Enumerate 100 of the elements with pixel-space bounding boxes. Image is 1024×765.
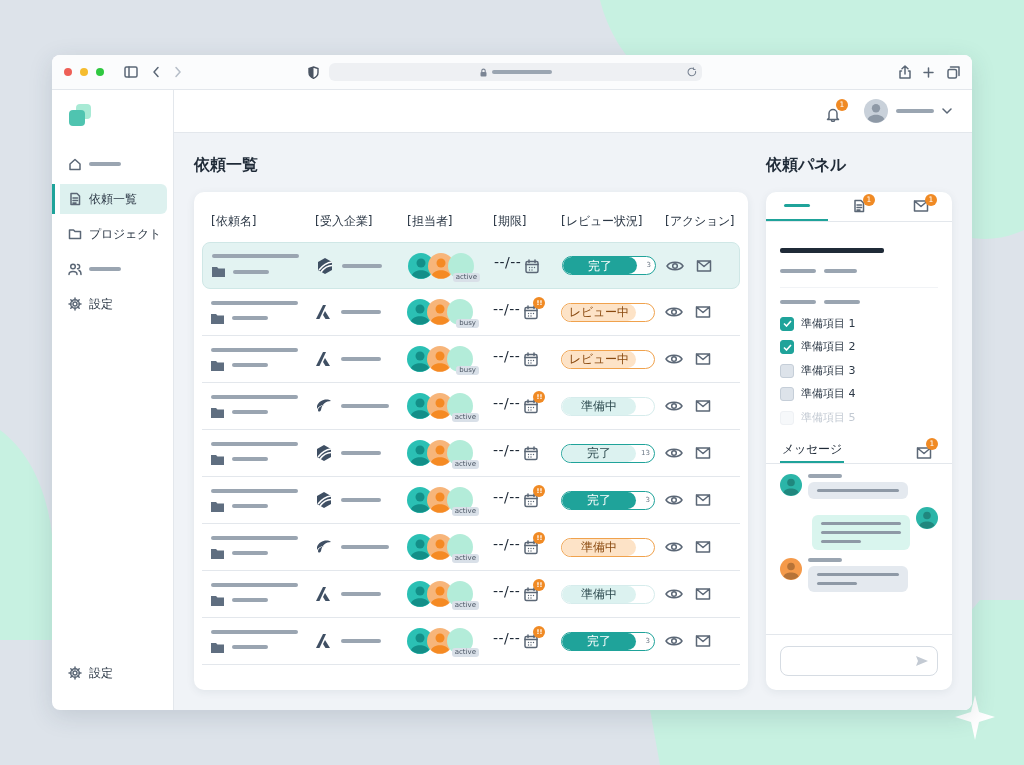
users-icon [68, 262, 82, 276]
text-placeholder [817, 581, 857, 585]
sidebar-toggle-icon[interactable] [124, 66, 138, 78]
sidebar-item[interactable]: プロジェクト [52, 219, 167, 249]
checkbox[interactable] [780, 340, 794, 355]
folder-icon [211, 453, 224, 465]
text-placeholder [232, 410, 268, 414]
column-header: [期限] [493, 213, 528, 230]
deadline-text: --/-- [493, 534, 521, 554]
calendar-icon [524, 634, 539, 649]
text-placeholder [232, 551, 268, 555]
text-placeholder [784, 204, 810, 207]
text-placeholder [491, 70, 552, 74]
checkbox[interactable] [780, 316, 794, 331]
status-label: レビュー中 [567, 304, 630, 321]
message-field[interactable] [780, 646, 938, 676]
calendar-icon [524, 446, 539, 461]
text-placeholder [232, 504, 268, 508]
text-placeholder [824, 269, 857, 273]
text-placeholder [808, 557, 842, 562]
text-placeholder [824, 300, 860, 304]
company-logo [315, 585, 333, 603]
text-placeholder [89, 162, 121, 166]
share-icon[interactable] [899, 65, 911, 79]
panel-title: 依頼パネル [766, 155, 847, 175]
company-logo [315, 632, 333, 650]
back-icon[interactable] [152, 66, 160, 78]
column-header: [受入企業] [315, 213, 374, 230]
folder-icon [212, 266, 225, 277]
checklist-label: 準備項目 1 [801, 315, 856, 332]
text-placeholder [896, 109, 934, 113]
text-placeholder [89, 267, 121, 271]
document-icon [68, 192, 82, 206]
mail-icon [916, 445, 932, 461]
mail-icon[interactable] [695, 492, 711, 508]
mail-icon [913, 197, 929, 214]
sidebar-item[interactable]: 設定 [52, 289, 167, 319]
mail-icon[interactable] [695, 398, 711, 414]
mail-icon[interactable] [695, 445, 711, 461]
avatar [864, 99, 888, 123]
home-icon [68, 157, 82, 171]
text-placeholder [232, 316, 268, 320]
mail-icon[interactable] [696, 257, 712, 274]
plus-icon[interactable] [923, 66, 934, 78]
tabs-icon[interactable] [947, 65, 960, 79]
deadline-text: --/-- [493, 299, 521, 319]
text-placeholder [808, 473, 842, 478]
window-controls[interactable] [64, 68, 104, 76]
mail-icon[interactable] [695, 539, 711, 555]
status-label: 準備中 [579, 586, 618, 603]
text-placeholder [341, 639, 381, 643]
status-label: レビュー中 [567, 351, 630, 368]
sidebar-item[interactable]: 依頼一覧 [52, 184, 167, 214]
avatar [916, 506, 938, 529]
messages-tab[interactable]: メッセージ [780, 437, 844, 463]
user-menu[interactable] [864, 99, 952, 123]
calendar-icon [524, 352, 539, 367]
folder-icon [211, 312, 224, 324]
company-logo [315, 491, 333, 509]
column-header: [担当者] [407, 213, 454, 230]
text-placeholder [233, 269, 269, 274]
deadline-text: --/-- [494, 253, 522, 272]
checklist-label: 準備項目 4 [801, 386, 856, 402]
checkbox[interactable] [780, 363, 794, 378]
status-label: 完了 [585, 492, 612, 509]
mail-icon[interactable] [695, 351, 711, 367]
bell-icon [826, 107, 840, 122]
column-header: [アクション] [665, 213, 736, 230]
calendar-icon [524, 540, 539, 555]
text-placeholder [341, 451, 381, 455]
deadline-text: --/-- [493, 346, 521, 366]
folder-icon [211, 406, 224, 418]
company-logo [315, 350, 333, 368]
check-icon [782, 320, 792, 328]
text-placeholder [342, 263, 382, 268]
deadline-text: --/-- [493, 487, 521, 507]
column-header: [依頼名] [211, 213, 258, 230]
text-placeholder [232, 598, 268, 602]
folder-icon [211, 359, 224, 371]
shield-icon[interactable] [308, 65, 319, 79]
settings-icon [68, 666, 82, 680]
column-header: [レビュー状況] [561, 213, 644, 230]
mail-icon[interactable] [695, 633, 711, 649]
status-label: 完了 [585, 633, 612, 650]
calendar-icon [525, 258, 540, 274]
reload-icon[interactable] [687, 67, 697, 77]
deadline-text: --/-- [493, 393, 521, 413]
mail-icon[interactable] [695, 304, 711, 320]
sidebar-item[interactable]: 設定 [52, 658, 167, 688]
text-placeholder [821, 539, 861, 543]
check-icon [782, 343, 792, 351]
mail-icon[interactable] [695, 586, 711, 602]
checklist-label: 準備項目 2 [801, 339, 856, 355]
status-label: 完了 [585, 445, 612, 462]
status-label: 準備中 [579, 539, 618, 556]
text-placeholder [341, 545, 389, 549]
folder-icon [68, 227, 82, 241]
sparkle-icon [955, 695, 995, 740]
folder-icon [211, 547, 224, 559]
checkbox[interactable] [780, 387, 794, 402]
